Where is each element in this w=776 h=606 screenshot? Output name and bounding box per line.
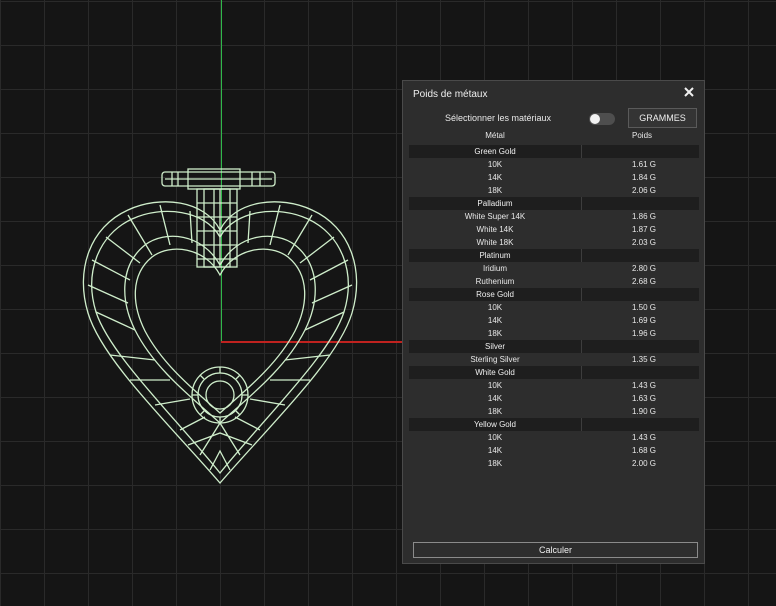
column-divider bbox=[581, 249, 582, 262]
metal-weight: 2.03 G bbox=[632, 238, 657, 247]
metal-row: White 14K 1.87 G bbox=[409, 223, 699, 236]
metal-weight: 1.50 G bbox=[632, 303, 657, 312]
metal-row: 14K 1.63 G bbox=[409, 392, 699, 405]
metal-name: 18K bbox=[487, 459, 503, 468]
metal-weight: 1.35 G bbox=[632, 355, 657, 364]
group-row: Rose Gold bbox=[409, 288, 699, 301]
group-name: White Gold bbox=[475, 368, 515, 377]
column-divider bbox=[581, 366, 582, 379]
metal-row: 10K 1.61 G bbox=[409, 158, 699, 171]
metal-name: 10K bbox=[487, 303, 503, 312]
metal-name: 18K bbox=[487, 186, 503, 195]
group-row: Silver bbox=[409, 340, 699, 353]
metal-name: 10K bbox=[487, 381, 503, 390]
metal-row: 10K 1.43 G bbox=[409, 379, 699, 392]
metal-name: White Super 14K bbox=[464, 212, 526, 221]
group-name: Silver bbox=[484, 342, 505, 351]
group-name: Yellow Gold bbox=[474, 420, 516, 429]
metal-weight: 2.00 G bbox=[632, 459, 657, 468]
group-name: Green Gold bbox=[474, 147, 516, 156]
metal-row: 18K 2.06 G bbox=[409, 184, 699, 197]
metal-column-header: Métal bbox=[485, 131, 505, 140]
metal-name: 18K bbox=[487, 329, 503, 338]
panel-title: Poids de métaux bbox=[413, 89, 488, 100]
metal-name: 10K bbox=[487, 160, 503, 169]
metal-weight: 2.06 G bbox=[632, 186, 657, 195]
group-name: Platinum bbox=[479, 251, 511, 260]
metal-row: Sterling Silver 1.35 G bbox=[409, 353, 699, 366]
metal-name: 10K bbox=[487, 433, 503, 442]
metal-name: Ruthenium bbox=[475, 277, 515, 286]
metal-name: 14K bbox=[487, 446, 503, 455]
weight-column-header: Poids bbox=[632, 131, 653, 140]
metal-row: Iridium 2.80 G bbox=[409, 262, 699, 275]
metal-row: 18K 1.90 G bbox=[409, 405, 699, 418]
metal-row: 18K 1.96 G bbox=[409, 327, 699, 340]
column-divider bbox=[581, 418, 582, 431]
metal-weight: 1.63 G bbox=[632, 394, 657, 403]
units-button[interactable]: GRAMMES bbox=[628, 108, 697, 128]
metal-row: 10K 1.43 G bbox=[409, 431, 699, 444]
metal-name: Sterling Silver bbox=[470, 355, 520, 364]
close-icon[interactable] bbox=[682, 85, 696, 99]
metal-weight: 2.80 G bbox=[632, 264, 657, 273]
calculate-button[interactable]: Calculer bbox=[413, 542, 698, 558]
select-materials-toggle[interactable] bbox=[589, 113, 615, 125]
table-header: Métal Poids bbox=[409, 131, 699, 143]
metal-weight: 1.68 G bbox=[632, 446, 657, 455]
group-row: Palladium bbox=[409, 197, 699, 210]
metal-name: Iridium bbox=[482, 264, 507, 273]
metal-row: 14K 1.84 G bbox=[409, 171, 699, 184]
metal-name: 14K bbox=[487, 173, 503, 182]
metal-weight: 1.43 G bbox=[632, 433, 657, 442]
toggle-knob bbox=[590, 114, 600, 124]
column-divider bbox=[581, 145, 582, 158]
metal-weight: 1.86 G bbox=[632, 212, 657, 221]
metal-weight-panel: Poids de métaux Sélectionner les matéria… bbox=[402, 80, 705, 564]
metal-weight: 1.96 G bbox=[632, 329, 657, 338]
select-materials-label: Sélectionner les matériaux bbox=[444, 113, 551, 123]
metal-name: White 14K bbox=[476, 225, 514, 234]
metal-weight: 1.43 G bbox=[632, 381, 657, 390]
metal-row: White Super 14K 1.86 G bbox=[409, 210, 699, 223]
metal-row: White 18K 2.03 G bbox=[409, 236, 699, 249]
group-row: Green Gold bbox=[409, 145, 699, 158]
group-name: Palladium bbox=[477, 199, 513, 208]
metal-row: 14K 1.68 G bbox=[409, 444, 699, 457]
metal-name: 18K bbox=[487, 407, 503, 416]
metal-weight: 2.68 G bbox=[632, 277, 657, 286]
metal-row: 18K 2.00 G bbox=[409, 457, 699, 470]
group-row: Yellow Gold bbox=[409, 418, 699, 431]
metal-weight-table: Green Gold 10K 1.61 G 14K 1.84 G 18K 2.06 G Pal… bbox=[409, 145, 699, 470]
metal-weight: 1.84 G bbox=[632, 173, 657, 182]
group-name: Rose Gold bbox=[476, 290, 514, 299]
3d-viewport[interactable]: Poids de métaux Sélectionner les matéria… bbox=[0, 0, 776, 606]
metal-row: 10K 1.50 G bbox=[409, 301, 699, 314]
metal-weight: 1.61 G bbox=[632, 160, 657, 169]
metal-weight: 1.87 G bbox=[632, 225, 657, 234]
group-row: White Gold bbox=[409, 366, 699, 379]
metal-name: 14K bbox=[487, 394, 503, 403]
metal-row: Ruthenium 2.68 G bbox=[409, 275, 699, 288]
heart-pendant-wireframe[interactable] bbox=[70, 155, 370, 490]
group-row: Platinum bbox=[409, 249, 699, 262]
column-divider bbox=[581, 288, 582, 301]
column-divider bbox=[581, 197, 582, 210]
metal-weight: 1.90 G bbox=[632, 407, 657, 416]
metal-weight: 1.69 G bbox=[632, 316, 657, 325]
column-divider bbox=[581, 340, 582, 353]
metal-name: 14K bbox=[487, 316, 503, 325]
metal-row: 14K 1.69 G bbox=[409, 314, 699, 327]
metal-name: White 18K bbox=[476, 238, 514, 247]
